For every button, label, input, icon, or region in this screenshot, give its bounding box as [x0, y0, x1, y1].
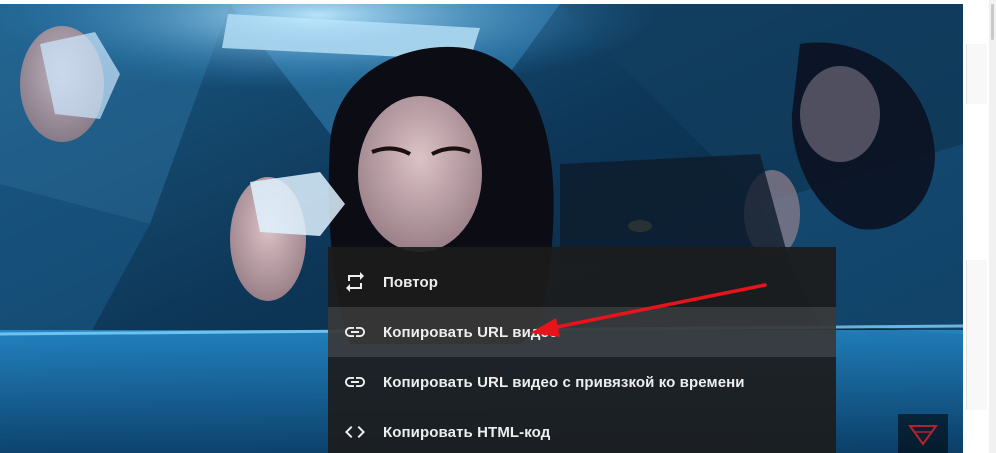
- menu-item-label: Копировать URL видео с привязкой ко врем…: [383, 373, 745, 391]
- page: Повтор Копировать URL видео Копировать U…: [0, 0, 996, 453]
- side-panel-edge: [966, 44, 987, 104]
- menu-item-label: Копировать HTML-код: [383, 423, 551, 441]
- link-icon: [342, 319, 368, 345]
- menu-item-copy-video-url-at-time[interactable]: Копировать URL видео с привязкой ко врем…: [328, 357, 836, 407]
- menu-item-copy-embed-code[interactable]: Копировать HTML-код: [328, 407, 836, 453]
- loop-icon: [342, 269, 368, 295]
- menu-item-label: Копировать URL видео: [383, 323, 559, 341]
- scrollbar-track[interactable]: [989, 0, 996, 453]
- menu-item-loop[interactable]: Повтор: [328, 257, 836, 307]
- code-icon: [342, 419, 368, 445]
- menu-item-label: Повтор: [383, 273, 439, 291]
- watermark-logo-icon: [908, 425, 938, 446]
- side-panel-edge: [966, 260, 987, 410]
- channel-watermark[interactable]: [898, 414, 948, 453]
- link-icon: [342, 369, 368, 395]
- menu-item-copy-video-url[interactable]: Копировать URL видео: [328, 307, 836, 357]
- scrollbar-thumb[interactable]: [991, 4, 994, 40]
- video-context-menu: Повтор Копировать URL видео Копировать U…: [328, 247, 836, 453]
